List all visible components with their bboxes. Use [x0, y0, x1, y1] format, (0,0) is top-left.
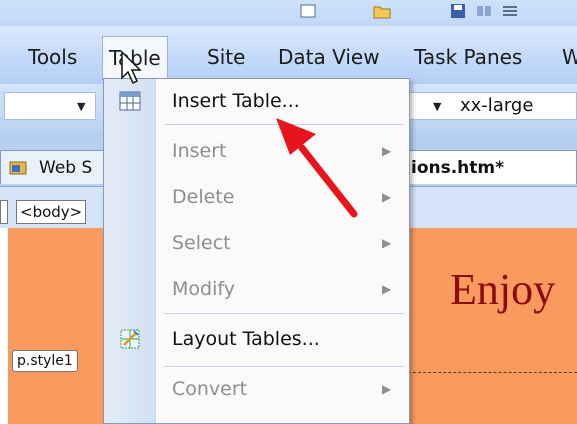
annotation-arrow-icon: [276, 118, 358, 218]
mouse-cursor-icon: [121, 50, 142, 85]
